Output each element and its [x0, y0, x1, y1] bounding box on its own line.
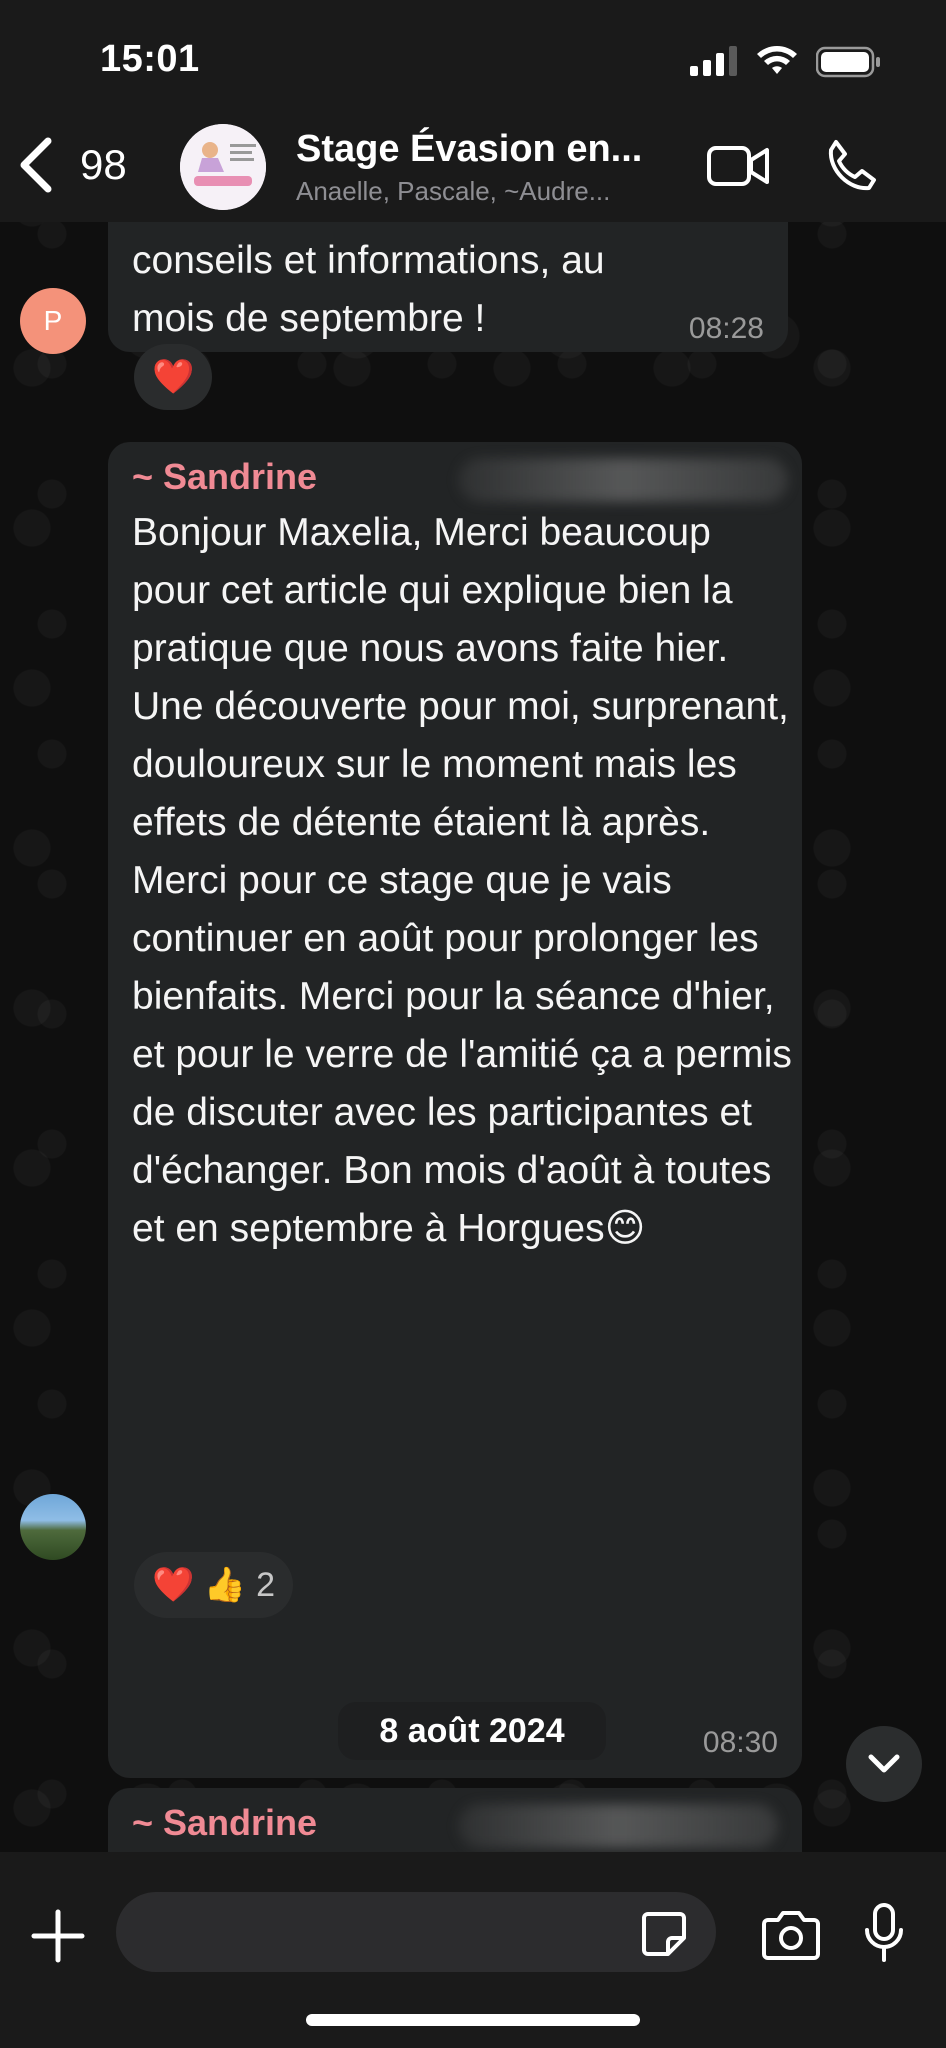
sender-phone-blurred: [458, 1804, 778, 1848]
status-time: 15:01: [100, 38, 200, 80]
message-line: mois de septembre !: [132, 297, 486, 340]
group-avatar[interactable]: [180, 124, 266, 210]
cellular-signal-icon: [690, 46, 737, 76]
sticker-icon[interactable]: [640, 1910, 688, 1958]
message-bubble[interactable]: conseils et informations, au mois de sep…: [108, 222, 788, 352]
message-time: 08:28: [688, 312, 764, 345]
reaction-emojis: ❤️ 👍: [152, 1566, 247, 1604]
message-text: Bonjour Maxelia, Merci beaucoup pour cet…: [132, 511, 792, 1250]
avatar[interactable]: P: [20, 288, 86, 354]
chevron-down-icon: [868, 1754, 900, 1773]
unread-count: 98: [80, 141, 127, 188]
message-line: conseils et informations, au: [132, 239, 605, 282]
phone-icon[interactable]: [822, 138, 878, 194]
message-time: 08:30: [702, 1726, 778, 1759]
group-title[interactable]: Stage Évasion en...: [296, 128, 686, 171]
home-indicator: [306, 2014, 640, 2026]
status-bar: 15:01: [0, 0, 946, 120]
reaction-count: 2: [256, 1565, 276, 1604]
scroll-down-button[interactable]: [846, 1726, 922, 1802]
reaction-emojis: ❤️: [152, 358, 195, 396]
group-members[interactable]: Anaelle, Pascale, ~Audre...: [296, 176, 610, 207]
message-text: conseils et informations, au mois de sep…: [132, 232, 605, 348]
sender-phone-blurred: [458, 458, 788, 502]
camera-icon[interactable]: [760, 1910, 822, 1960]
back-button[interactable]: 98: [18, 130, 127, 200]
message-input[interactable]: [116, 1892, 716, 1972]
group-avatar-illustration: [180, 124, 266, 210]
video-call-icon[interactable]: [706, 140, 770, 192]
sender-name: ~ Sandrine: [132, 456, 318, 497]
microphone-icon[interactable]: [862, 1902, 906, 1964]
wifi-icon: [757, 46, 797, 74]
chat-messages: conseils et informations, au mois de sep…: [0, 222, 946, 1852]
battery-icon: [816, 46, 880, 78]
message-bubble[interactable]: ~ Sandrine: [108, 1788, 802, 1852]
composer-bar: [0, 1852, 946, 2048]
avatar[interactable]: [20, 1494, 86, 1560]
sender-name: ~ Sandrine: [132, 1802, 318, 1843]
plus-icon[interactable]: [30, 1908, 86, 1964]
chat-header: 98 Stage Évasion en... Anaelle, Pascale,…: [0, 110, 946, 222]
reaction-pill[interactable]: ❤️: [134, 344, 213, 410]
date-separator: 8 août 2024: [338, 1702, 606, 1760]
reaction-pill[interactable]: ❤️ 👍 2: [134, 1552, 294, 1618]
chevron-left-icon: [20, 137, 52, 193]
